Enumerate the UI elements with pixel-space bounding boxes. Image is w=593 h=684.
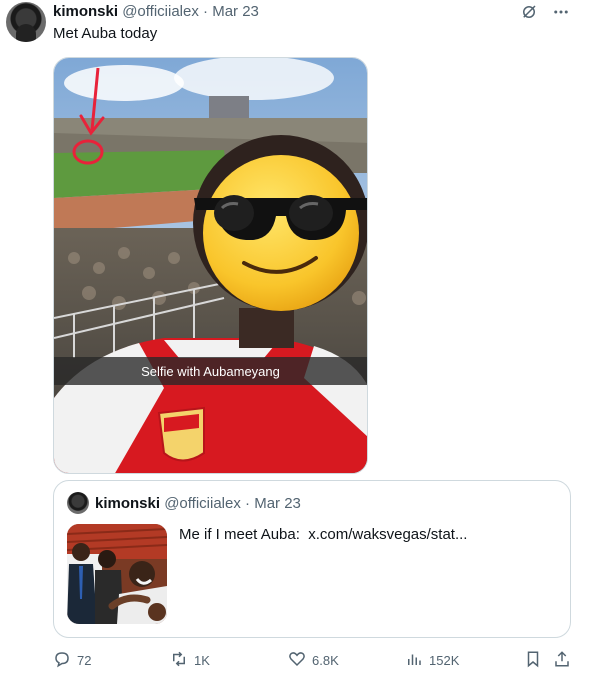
share-button[interactable] (553, 650, 571, 671)
tweet-header: kimonski @officiialex · Mar 23 (53, 3, 259, 20)
repost-count: 1K (194, 653, 210, 668)
stadium-selfie-image (54, 58, 367, 473)
more-icon[interactable] (551, 2, 571, 22)
share-icon (553, 650, 571, 671)
quoted-link[interactable]: x.com/waksvegas/stat... (308, 526, 467, 543)
author-avatar[interactable] (6, 2, 46, 42)
reply-count: 72 (77, 653, 92, 668)
quoted-author-name: kimonski (95, 495, 161, 512)
quoted-tweet[interactable]: kimonski @officiialex · Mar 23 Me if I m… (53, 480, 571, 638)
repost-icon (170, 650, 188, 671)
tweet-text: Met Auba today (53, 25, 158, 42)
quoted-author-avatar (67, 492, 89, 514)
quoted-photo-image (67, 524, 167, 624)
like-button[interactable]: 6.8K (288, 650, 339, 671)
views-icon (405, 650, 423, 671)
grok-icon[interactable] (519, 2, 539, 22)
quoted-text: Me if I meet Auba: (179, 526, 300, 543)
quoted-separator: · (240, 495, 255, 512)
quoted-tweet-header: kimonski @officiialex · Mar 23 (95, 495, 301, 512)
like-icon (288, 650, 306, 671)
reply-button[interactable]: 72 (53, 650, 91, 671)
quoted-media-thumbnail[interactable] (67, 524, 167, 624)
bookmark-icon (524, 650, 542, 671)
reply-icon (53, 650, 71, 671)
repost-button[interactable]: 1K (170, 650, 210, 671)
tweet-date[interactable]: Mar 23 (212, 3, 259, 20)
tweet-actions: 72 1K 6.8K 152K (53, 650, 571, 672)
quoted-tweet-text: Me if I meet Auba: x.com/waksvegas/stat.… (179, 526, 467, 543)
bookmark-button[interactable] (524, 650, 542, 671)
tweet-media[interactable]: Selfie with Aubameyang (53, 57, 368, 474)
separator: · (198, 3, 213, 20)
like-count: 6.8K (312, 653, 339, 668)
views-button[interactable]: 152K (405, 650, 459, 671)
author-name[interactable]: kimonski (53, 3, 118, 20)
views-count: 152K (429, 653, 460, 668)
quoted-tweet-date: Mar 23 (254, 495, 301, 512)
author-handle[interactable]: @officiialex (122, 3, 199, 20)
quoted-author-handle: @officiialex (164, 495, 241, 512)
media-caption: Selfie with Aubameyang (54, 357, 367, 385)
top-actions (519, 2, 571, 22)
